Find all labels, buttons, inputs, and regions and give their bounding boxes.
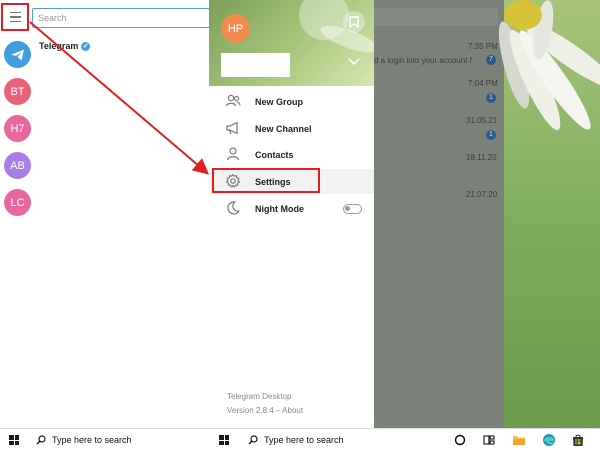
search-icon: [248, 435, 258, 445]
chat-avatar-h7[interactable]: H7: [4, 115, 31, 142]
paper-plane-icon: [11, 49, 24, 60]
user-name-field: [221, 53, 290, 77]
search-input[interactable]: Search: [32, 8, 210, 28]
telegram-avatar[interactable]: [4, 41, 31, 68]
unread-badge: 1: [486, 130, 496, 140]
chat-avatar-lc[interactable]: LC: [4, 189, 31, 216]
windows-taskbar: Type here to search Type here to search: [0, 428, 600, 450]
unread-badge: 7: [486, 55, 496, 65]
menu-item-night-mode[interactable]: Night Mode: [209, 196, 374, 221]
bookmark-icon: [349, 16, 359, 28]
chat-list-panel: Search Telegram ✓ BT H7 AB LC: [0, 0, 210, 428]
chat-preview: d a login into your account f: [374, 56, 472, 65]
chat-name-telegram[interactable]: Telegram ✓: [39, 41, 91, 51]
chat-time: 7:35 PM: [468, 42, 498, 51]
chat-time: 7:04 PM: [468, 79, 498, 88]
group-icon: [225, 94, 241, 107]
chat-avatar-ab[interactable]: AB: [4, 152, 31, 179]
edge-browser-icon[interactable]: [542, 433, 556, 447]
dimmed-chat-area[interactable]: 7:35 PM d a login into your account f 7 …: [374, 0, 600, 428]
menu-item-label: Contacts: [255, 149, 294, 160]
saved-messages-button[interactable]: [343, 11, 365, 33]
menu-item-label: Night Mode: [255, 203, 304, 214]
windows-start-icon[interactable]: [219, 435, 229, 445]
task-view-icon[interactable]: [482, 433, 496, 447]
windows-start-icon[interactable]: [9, 435, 19, 445]
chat-avatar-bt[interactable]: BT: [4, 78, 31, 105]
verified-icon: ✓: [81, 41, 91, 51]
taskbar-search-text: Type here to search: [52, 435, 132, 445]
taskbar-search-box[interactable]: Type here to search: [248, 433, 344, 447]
taskbar-search-text: Type here to search: [264, 435, 344, 445]
menu-item-new-group[interactable]: New Group: [209, 89, 374, 114]
cortana-icon[interactable]: [453, 433, 467, 447]
night-mode-toggle[interactable]: [343, 204, 362, 214]
chat-time: 21.07.20: [466, 190, 498, 199]
annotation-box-settings: [212, 168, 320, 193]
taskbar-search-box[interactable]: Type here to search: [36, 433, 132, 447]
menu-item-label: New Group: [255, 96, 304, 107]
megaphone-icon: [226, 121, 238, 135]
chat-name-label: Telegram: [39, 41, 79, 51]
chat-time: 31.05.21: [466, 116, 498, 125]
chat-time: 18.11.20: [466, 153, 497, 162]
chevron-down-icon[interactable]: [348, 57, 360, 67]
menu-item-new-channel[interactable]: New Channel: [209, 116, 374, 141]
drawer-header: HP: [209, 0, 374, 86]
app-name-label: Telegram Desktop: [227, 392, 292, 401]
version-about-link[interactable]: Version 2.8.4 – About: [227, 406, 303, 415]
search-icon: [36, 435, 46, 445]
annotation-box-menu: [1, 3, 29, 31]
store-icon[interactable]: [571, 433, 585, 447]
unread-badge: 1: [486, 93, 496, 103]
flower-center: [504, 0, 542, 30]
user-avatar[interactable]: HP: [221, 14, 250, 43]
menu-item-label: New Channel: [255, 123, 312, 134]
menu-item-contacts[interactable]: Contacts: [209, 142, 374, 167]
file-explorer-icon[interactable]: [512, 433, 526, 447]
dimmed-search-bar: [374, 8, 498, 26]
person-icon: [226, 147, 240, 161]
main-menu-drawer: HP New Group New Channel Contacts Settin…: [209, 0, 374, 428]
moon-icon: [227, 201, 240, 215]
